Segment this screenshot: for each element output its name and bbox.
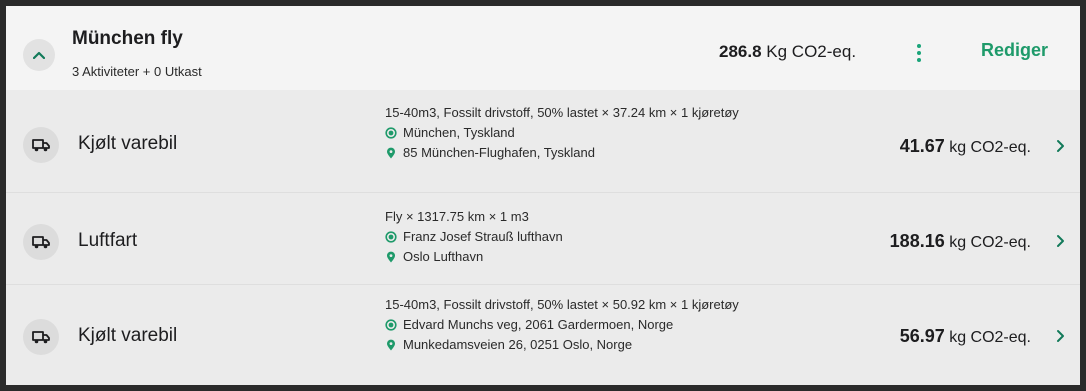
activity-emissions: 41.67 kg CO2-eq. <box>900 136 1031 157</box>
emissions-value: 56.97 <box>899 326 945 346</box>
activity-description: 15-40m3, Fossilt drivstoff, 50% lastet ×… <box>385 297 739 312</box>
truck-icon <box>23 127 59 163</box>
edit-button[interactable]: Rediger <box>981 40 1048 61</box>
chevron-up-icon <box>33 51 45 59</box>
activity-destination: Munkedamsveien 26, 0251 Oslo, Norge <box>385 335 785 355</box>
destination-label: Munkedamsveien 26, 0251 Oslo, Norge <box>403 337 633 352</box>
origin-label: München, Tyskland <box>403 125 515 140</box>
map-pin-icon <box>387 339 395 351</box>
truck-icon <box>23 319 59 355</box>
destination-label: 85 München-Flughafen, Tyskland <box>403 145 595 160</box>
activity-origin: Franz Josef Strauß lufthavn <box>385 227 785 247</box>
group-activity-count: 3 Aktiviteter + 0 Utkast <box>72 64 202 79</box>
activity-name: Luftfart <box>78 230 138 251</box>
origin-dot-icon <box>385 127 397 139</box>
emissions-value: 41.67 <box>899 136 945 156</box>
group-total-value: 286.8 <box>719 42 762 61</box>
map-pin-icon <box>387 147 395 159</box>
origin-dot-icon <box>385 319 397 331</box>
origin-label: Edvard Munchs veg, 2061 Gardermoen, Norg… <box>403 317 674 332</box>
collapse-button[interactable] <box>23 39 55 71</box>
activity-row[interactable]: Luftfart Fly × 1317.75 km × 1 m3 Franz J… <box>6 193 1080 284</box>
destination-label: Oslo Lufthavn <box>403 249 484 264</box>
activity-destination: Oslo Lufthavn <box>385 247 785 267</box>
activity-description: 15-40m3, Fossilt drivstoff, 50% lastet ×… <box>385 105 739 120</box>
activity-group-card: München fly 3 Aktiviteter + 0 Utkast 286… <box>6 6 1080 385</box>
activity-emissions: 188.16 kg CO2-eq. <box>890 231 1031 252</box>
map-pin-icon <box>387 251 395 263</box>
activity-origin: München, Tyskland <box>385 123 785 143</box>
emissions-unit: kg CO2-eq. <box>949 329 1031 346</box>
activity-row[interactable]: Kjølt varebil 15-40m3, Fossilt drivstoff… <box>6 285 1080 385</box>
group-total-emissions: 286.8 Kg CO2-eq. <box>719 42 856 62</box>
truck-icon <box>23 224 59 260</box>
origin-dot-icon <box>385 231 397 243</box>
activity-row[interactable]: Kjølt varebil 15-40m3, Fossilt drivstoff… <box>6 90 1080 192</box>
activity-name: Kjølt varebil <box>78 133 178 154</box>
emissions-unit: kg CO2-eq. <box>949 234 1031 251</box>
more-vertical-icon <box>917 44 921 48</box>
group-total-unit: Kg CO2-eq. <box>766 42 857 61</box>
activity-details: 15-40m3, Fossilt drivstoff, 50% lastet ×… <box>385 295 785 355</box>
origin-label: Franz Josef Strauß lufthavn <box>403 229 563 244</box>
activity-origin: Edvard Munchs veg, 2061 Gardermoen, Norg… <box>385 315 785 335</box>
group-header: München fly 3 Aktiviteter + 0 Utkast 286… <box>6 6 1080 90</box>
activity-details: 15-40m3, Fossilt drivstoff, 50% lastet ×… <box>385 103 785 163</box>
chevron-right-icon[interactable] <box>1055 234 1065 248</box>
activity-details: Fly × 1317.75 km × 1 m3 Franz Josef Stra… <box>385 207 785 267</box>
chevron-right-icon[interactable] <box>1055 329 1065 343</box>
group-title: München fly <box>72 28 183 49</box>
activity-name: Kjølt varebil <box>78 325 178 346</box>
chevron-right-icon[interactable] <box>1055 139 1065 153</box>
emissions-unit: kg CO2-eq. <box>949 139 1031 156</box>
activity-destination: 85 München-Flughafen, Tyskland <box>385 143 785 163</box>
activity-description: Fly × 1317.75 km × 1 m3 <box>385 209 529 224</box>
activity-emissions: 56.97 kg CO2-eq. <box>900 326 1031 347</box>
more-options-button[interactable] <box>912 39 926 67</box>
emissions-value: 188.16 <box>889 231 945 251</box>
activity-list: Kjølt varebil 15-40m3, Fossilt drivstoff… <box>6 90 1080 385</box>
